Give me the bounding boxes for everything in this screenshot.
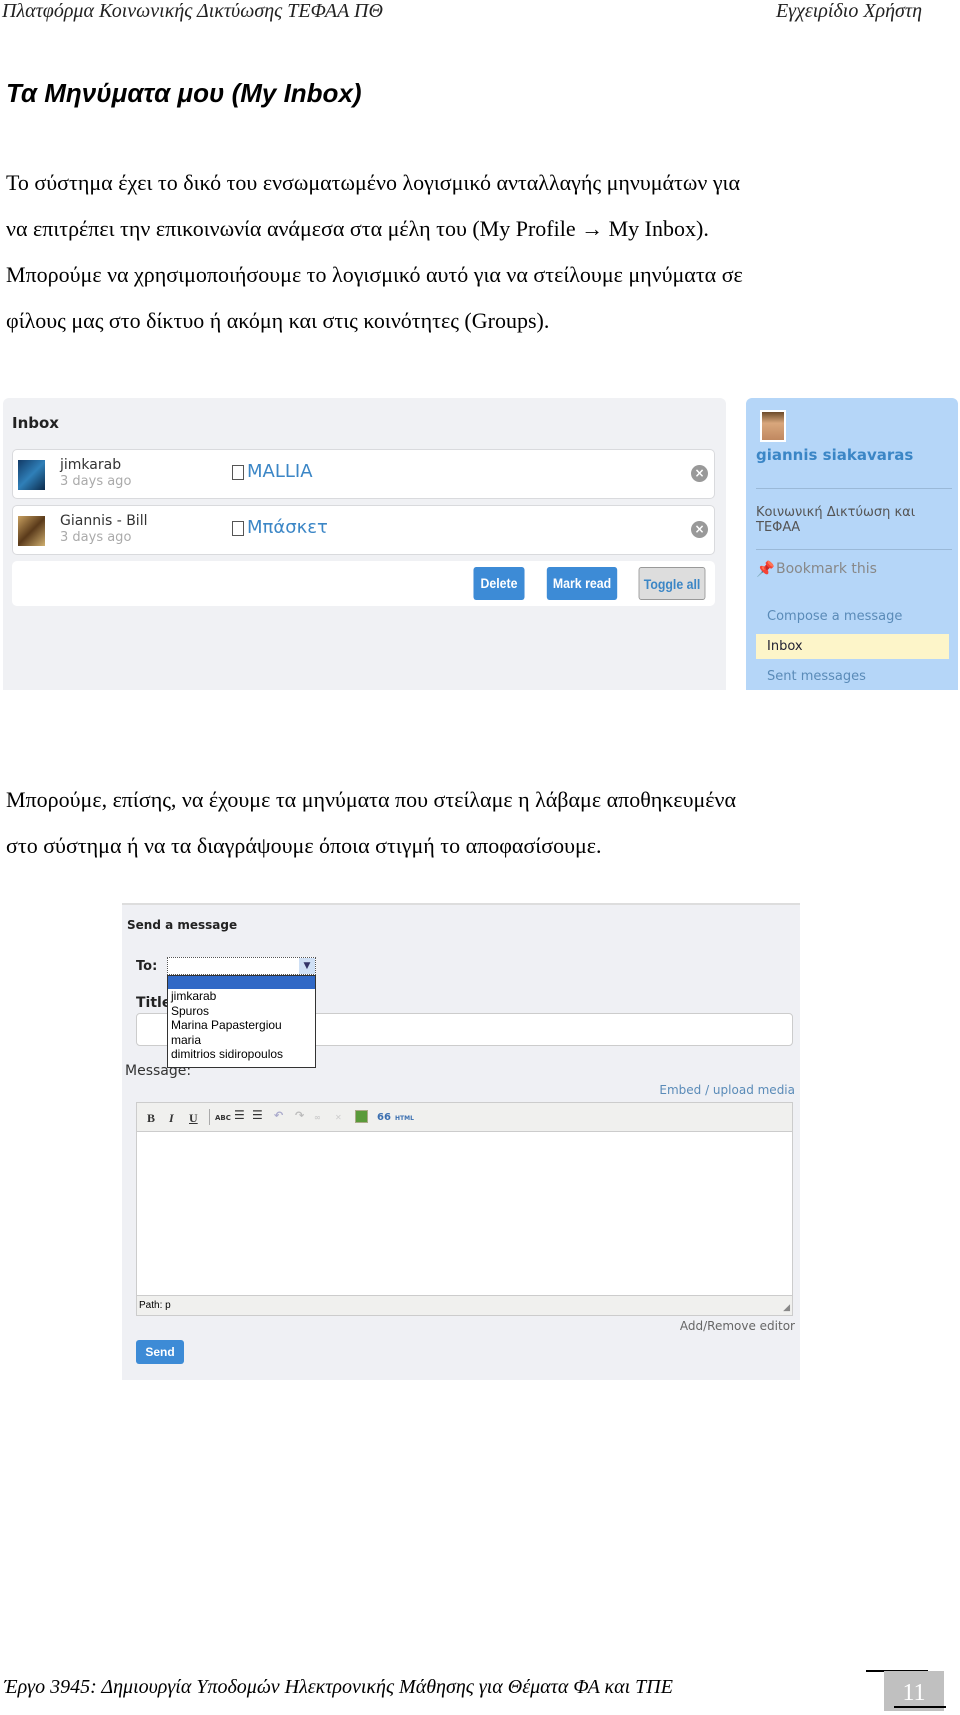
message-row[interactable]: jimkarab 3 days ago MALLIA × [12, 449, 715, 499]
timestamp: 3 days ago [60, 474, 132, 489]
image-icon[interactable] [355, 1110, 368, 1123]
dropdown-option[interactable] [168, 976, 315, 989]
send-message-screenshot: Send a message To: ▼ Title: jimkarab Spu… [122, 903, 800, 1380]
quote-icon[interactable]: 66 [377, 1112, 391, 1123]
to-select[interactable]: ▼ [167, 957, 316, 975]
dropdown-option[interactable]: dimitrios sidiropoulos [168, 1047, 315, 1062]
recipient-dropdown[interactable]: jimkarab Spuros Marina Papastergiou mari… [167, 975, 316, 1068]
dropdown-option[interactable]: Marina Papastergiou [168, 1018, 315, 1033]
header-right: Εγχειρίδιο Χρήστη [775, 0, 922, 22]
editor-path: Path: p [137, 1295, 792, 1315]
dropdown-option[interactable]: Spuros [168, 1004, 315, 1019]
avatar [18, 460, 45, 490]
html-button[interactable]: HTML [395, 1115, 414, 1122]
dropdown-option[interactable]: maria [168, 1033, 315, 1048]
paragraph-1: Το σύστημα έχει το δικό του ενσωματωμένο… [6, 160, 926, 344]
undo-icon[interactable]: ↶ [274, 1109, 283, 1122]
subject-link[interactable]: MALLIA [247, 461, 313, 482]
para-line: Μπορούμε, επίσης, να έχουμε τα μηνύματα … [6, 787, 736, 812]
send-title: Send a message [127, 918, 238, 932]
message-row[interactable]: Giannis - Bill 3 days ago Μπάσκετ × [12, 505, 715, 555]
underline-button[interactable]: U [189, 1111, 198, 1126]
select-checkbox[interactable] [232, 465, 244, 480]
strikethrough-button[interactable]: ABC [215, 1114, 231, 1122]
arrow-icon: → [581, 216, 604, 241]
inbox-title: Inbox [12, 414, 59, 432]
user-name[interactable]: giannis siakavaras [756, 446, 913, 464]
avatar [18, 516, 45, 546]
timestamp: 3 days ago [60, 530, 132, 545]
para-line: φίλους μας στο δίκτυο ή ακόμη και στις κ… [6, 308, 550, 333]
inbox-actions: Delete Mark read Toggle all [12, 561, 715, 606]
sender[interactable]: jimkarab [60, 457, 121, 473]
bullet-list-icon[interactable]: ☰ [234, 1108, 245, 1122]
sidebar: giannis siakavaras Κοινωνική Δικτύωση κα… [746, 398, 958, 690]
to-label: To: [136, 959, 158, 974]
divider [894, 1706, 946, 1708]
send-button[interactable]: Send [136, 1340, 184, 1364]
add-remove-editor-link[interactable]: Add/Remove editor [680, 1319, 795, 1333]
footer-text: Έργο 3945: Δημιουργία Υποδομών Ηλεκτρονι… [4, 1676, 673, 1698]
numbered-list-icon[interactable]: ☰ [252, 1108, 263, 1122]
section-title: Τα Μηνύματα μου (My Inbox) [6, 78, 362, 108]
link-icon[interactable]: ∞ [314, 1113, 321, 1122]
inbox-screenshot: Inbox jimkarab 3 days ago MALLIA × Giann… [3, 398, 726, 690]
sender[interactable]: Giannis - Bill [60, 513, 147, 529]
header-left: Πλατφόρμα Κοινωνικής Δικτύωσης ΤΕΦΑΑ ΠΘ [2, 0, 383, 22]
toggle-all-button[interactable]: Toggle all [638, 567, 706, 600]
para-line: στο σύστημα ή να τα διαγράψουμε όποια στ… [6, 833, 602, 858]
group-name[interactable]: Κοινωνική Δικτύωση και ΤΕΦΑΑ [756, 505, 915, 535]
para-line: να επιτρέπει την επικοινωνία ανάμεσα στα… [6, 216, 709, 241]
delete-button[interactable]: Delete [473, 567, 525, 600]
divider [209, 1109, 210, 1125]
redo-icon[interactable]: ↷ [295, 1109, 304, 1122]
subject-link[interactable]: Μπάσκετ [247, 517, 328, 538]
bookmark-link[interactable]: Bookmark this [776, 561, 877, 577]
divider [756, 488, 952, 489]
unlink-icon[interactable]: ✕ [335, 1113, 342, 1122]
compose-link[interactable]: Compose a message [767, 609, 902, 624]
mark-read-button[interactable]: Mark read [546, 567, 618, 600]
resize-handle-icon[interactable]: ◢ [783, 1303, 790, 1313]
dropdown-option[interactable]: jimkarab [168, 989, 315, 1004]
page-number: 11 [884, 1671, 944, 1711]
select-checkbox[interactable] [232, 521, 244, 536]
inbox-link[interactable]: Inbox [756, 634, 949, 659]
chevron-down-icon[interactable]: ▼ [299, 958, 315, 974]
para-line: Το σύστημα έχει το δικό του ενσωματωμένο… [6, 170, 740, 195]
para-line: Μπορούμε να χρησιμοποιήσουμε το λογισμικ… [6, 262, 743, 287]
pin-icon: 📌 [756, 560, 775, 578]
sent-link[interactable]: Sent messages [767, 669, 866, 684]
message-editor[interactable]: B I U ABC ☰ ☰ ↶ ↷ ∞ ✕ 66 HTML Path: p ◢ [136, 1102, 793, 1316]
paragraph-2: Μπορούμε, επίσης, να έχουμε τα μηνύματα … [6, 777, 926, 869]
close-icon[interactable]: × [691, 465, 708, 482]
close-icon[interactable]: × [691, 521, 708, 538]
embed-link[interactable]: Embed / upload media [659, 1083, 795, 1097]
avatar [760, 410, 786, 442]
italic-button[interactable]: I [169, 1111, 174, 1126]
divider [756, 549, 952, 550]
editor-toolbar: B I U ABC ☰ ☰ ↶ ↷ ∞ ✕ 66 HTML [137, 1103, 792, 1132]
bold-button[interactable]: B [147, 1111, 155, 1126]
